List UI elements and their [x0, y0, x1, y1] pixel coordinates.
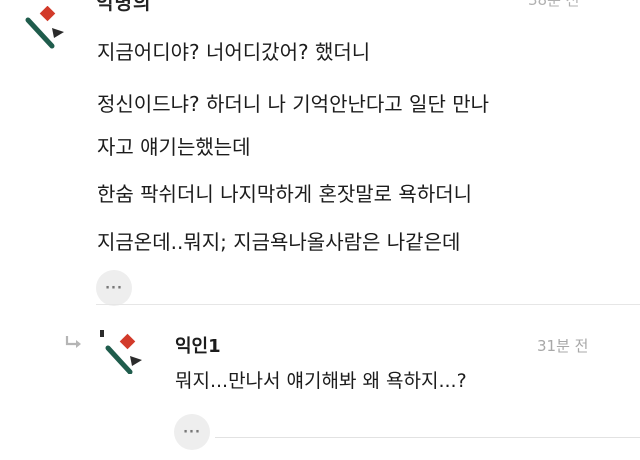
anonymous-avatar-icon[interactable] [100, 330, 144, 375]
comment-line: 자고 얘기는했는데 [97, 135, 251, 159]
more-dots-icon: ··· [105, 280, 123, 296]
comment-author[interactable]: 익명의 [96, 0, 151, 15]
divider [215, 437, 640, 438]
reply-time: 31분 전 [537, 337, 589, 355]
more-dots-icon: ··· [183, 424, 201, 440]
reply-arrow-icon [64, 334, 82, 348]
more-options-button[interactable]: ··· [96, 270, 132, 306]
comment-line: 한숨 팍쉬더니 나지막하게 혼잣말로 욕하더니 [97, 182, 473, 206]
comment-time: 38분 전 [528, 0, 580, 9]
comment-item: 익명의 38분 전 지금어디야? 너어디갔어? 했더니 정신이드냐? 하더니 나… [0, 0, 640, 306]
comment-line: 정신이드냐? 하더니 나 기억안난다고 일단 만나 [97, 92, 490, 116]
more-options-button[interactable]: ··· [174, 414, 210, 450]
comment-line: 지금온데..뭐지; 지금욕나올사람은 나같은데 [97, 230, 461, 254]
comment-line: 지금어디야? 너어디갔어? 했더니 [97, 40, 371, 64]
divider [96, 304, 640, 305]
reply-text: 뭐지...만나서 얘기해봐 왜 욕하지...? [175, 370, 467, 392]
reply-author[interactable]: 익인1 [175, 332, 221, 358]
anonymous-avatar-icon[interactable] [22, 5, 66, 50]
comment-thread: 익명의 38분 전 지금어디야? 너어디갔어? 했더니 정신이드냐? 하더니 나… [0, 0, 640, 460]
